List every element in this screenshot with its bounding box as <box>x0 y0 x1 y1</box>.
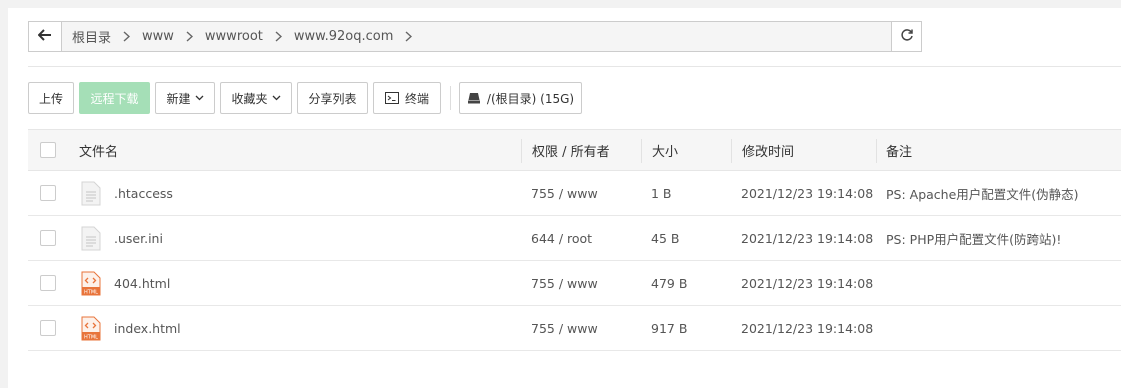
mtime-cell: 2021/12/23 19:14:08 <box>741 185 874 201</box>
breadcrumb-www[interactable]: www <box>142 29 174 44</box>
disk-button[interactable]: /(根目录) (15G) <box>459 82 582 114</box>
breadcrumb-root[interactable]: 根目录 <box>72 27 111 46</box>
size-cell: 1 B <box>651 185 672 201</box>
terminal-icon <box>384 92 399 104</box>
select-all-checkbox[interactable] <box>40 142 56 158</box>
new-button-label: 新建 <box>166 91 191 106</box>
row-check-cell <box>40 216 56 260</box>
size-cell: 479 B <box>651 275 688 291</box>
row-checkbox[interactable] <box>40 230 56 246</box>
chevron-right-icon <box>123 31 131 42</box>
disk-button-label: /(根目录) (15G) <box>486 91 575 106</box>
remote-download-button[interactable]: 远程下载 <box>79 82 150 114</box>
toolbar: 上传 远程下载 新建 收藏夹 分享列表 终端 /(根目录) (15G) <box>28 82 587 114</box>
divider <box>28 66 1121 67</box>
file-name[interactable]: 404.html <box>114 276 170 291</box>
header-note: 备注 <box>886 144 913 160</box>
chevron-right-icon <box>186 31 193 42</box>
svg-text:HTML: HTML <box>84 289 98 295</box>
refresh-button[interactable] <box>891 22 921 51</box>
share-list-button[interactable]: 分享列表 <box>297 82 368 114</box>
row-check-cell <box>40 261 56 305</box>
name-cell: .user.ini <box>81 216 163 260</box>
size-cell: 917 B <box>651 320 688 336</box>
header-size[interactable]: 大小 <box>652 130 678 170</box>
name-cell: .htaccess <box>81 171 173 215</box>
file-icon <box>81 181 101 206</box>
favorites-button[interactable]: 收藏夹 <box>220 82 292 114</box>
table-row[interactable]: HTML 404.html 755 / www 479 B 2021/12/23… <box>28 261 1121 306</box>
column-divider <box>641 139 642 163</box>
new-button[interactable]: 新建 <box>155 82 215 114</box>
mtime-cell: 2021/12/23 19:14:08 <box>741 275 874 291</box>
perm-cell[interactable]: 755 / www <box>531 306 598 350</box>
row-checkbox[interactable] <box>40 320 56 336</box>
file-table: 文件名 权限 / 所有者 大小 修改时间 备注 .htaccess 755 / … <box>28 129 1121 351</box>
file-name[interactable]: index.html <box>114 321 181 336</box>
header-name[interactable]: 文件名 <box>79 130 118 170</box>
name-cell: HTML 404.html <box>81 261 170 305</box>
name-cell: HTML index.html <box>81 306 181 350</box>
note-cell: PS: PHP用户配置文件(防跨站)! <box>886 231 1062 247</box>
disk-icon <box>467 92 481 104</box>
breadcrumb: 根目录 www wwwroot www.92oq.com <box>62 22 891 51</box>
chevron-right-icon <box>405 31 413 42</box>
chevron-down-icon <box>195 95 204 101</box>
mtime-cell: 2021/12/23 19:14:08 <box>741 230 874 246</box>
toolbar-divider <box>450 86 451 110</box>
terminal-button[interactable]: 终端 <box>373 82 441 114</box>
perm-cell[interactable]: 644 / root <box>531 216 592 260</box>
table-header: 文件名 权限 / 所有者 大小 修改时间 备注 <box>28 129 1121 171</box>
breadcrumb-wwwroot[interactable]: wwwroot <box>205 29 263 44</box>
upload-button[interactable]: 上传 <box>28 82 74 114</box>
row-check-cell <box>40 306 56 350</box>
arrow-left-icon <box>37 29 52 44</box>
breadcrumb-site[interactable]: www.92oq.com <box>294 29 393 44</box>
file-name[interactable]: .user.ini <box>114 231 163 246</box>
html-file-icon: HTML <box>81 271 101 296</box>
svg-text:HTML: HTML <box>84 334 98 340</box>
column-divider <box>876 139 877 163</box>
favorites-button-label: 收藏夹 <box>231 91 268 106</box>
size-cell: 45 B <box>651 230 680 246</box>
chevron-right-icon <box>275 31 282 42</box>
perm-cell[interactable]: 755 / www <box>531 171 598 215</box>
table-row[interactable]: .user.ini 644 / root 45 B 2021/12/23 19:… <box>28 216 1121 261</box>
terminal-button-label: 终端 <box>404 91 429 106</box>
table-row[interactable]: .htaccess 755 / www 1 B 2021/12/23 19:14… <box>28 171 1121 216</box>
row-checkbox[interactable] <box>40 185 56 201</box>
file-name[interactable]: .htaccess <box>114 186 173 201</box>
table-row[interactable]: HTML index.html 755 / www 917 B 2021/12/… <box>28 306 1121 351</box>
row-check-cell <box>40 171 56 215</box>
column-divider <box>521 139 522 163</box>
row-checkbox[interactable] <box>40 275 56 291</box>
chevron-down-icon <box>272 95 281 101</box>
header-mtime[interactable]: 修改时间 <box>742 130 794 170</box>
mtime-cell: 2021/12/23 19:14:08 <box>741 320 874 336</box>
perm-cell[interactable]: 755 / www <box>531 261 598 305</box>
column-divider <box>731 139 732 163</box>
header-perm[interactable]: 权限 / 所有者 <box>532 130 610 170</box>
refresh-icon <box>900 28 914 45</box>
html-file-icon: HTML <box>81 316 101 341</box>
note-cell: PS: Apache用户配置文件(伪静态) <box>886 186 1079 202</box>
path-bar: 根目录 www wwwroot www.92oq.com <box>28 21 922 52</box>
header-check-cell <box>40 130 56 170</box>
file-icon <box>81 226 101 251</box>
back-button[interactable] <box>29 22 62 51</box>
file-manager-panel: 根目录 www wwwroot www.92oq.com 上传 远程下载 新建 … <box>8 8 1121 388</box>
